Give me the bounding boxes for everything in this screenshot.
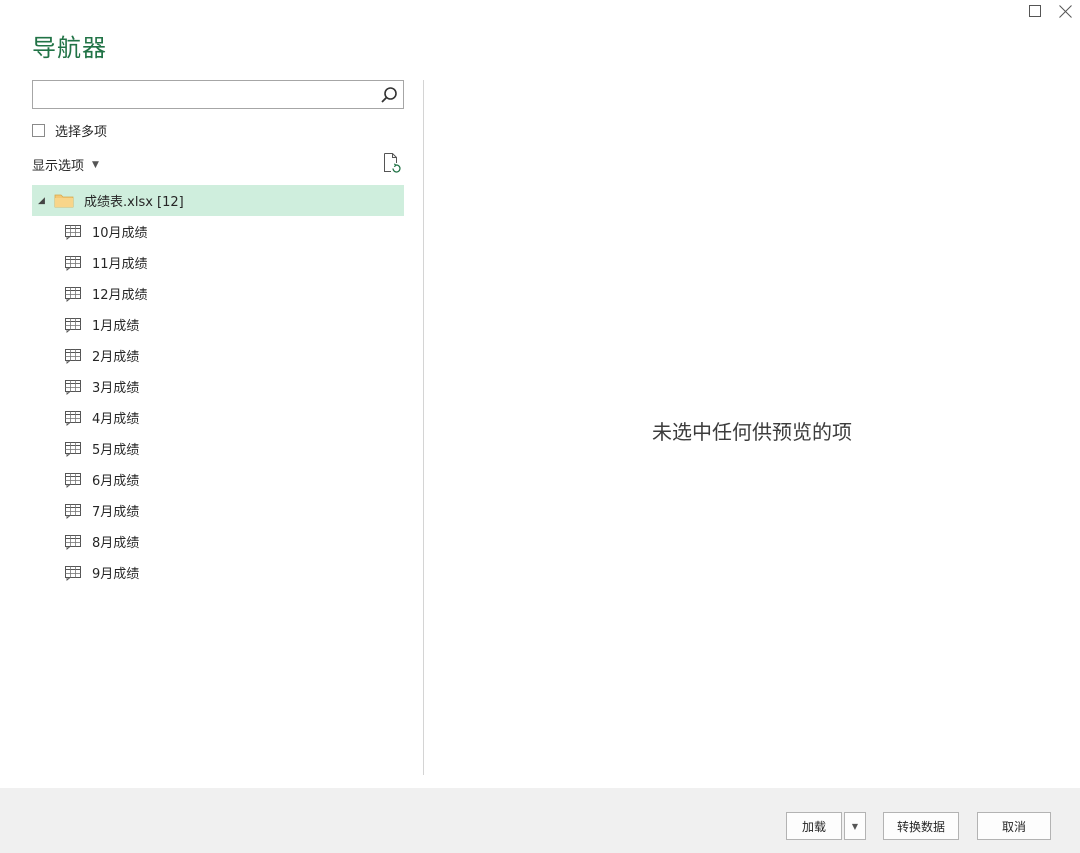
tree-item-label: 4月成绩 bbox=[92, 412, 140, 427]
dialog-footer: 加载 ▼ 转换数据 取消 bbox=[0, 788, 1080, 853]
table-icon bbox=[64, 472, 82, 488]
tree-root-label: 成绩表.xlsx [12] bbox=[84, 195, 184, 210]
tree-item-label: 11月成绩 bbox=[92, 257, 148, 272]
select-multiple-checkbox[interactable] bbox=[32, 123, 45, 137]
refresh-document-icon bbox=[384, 153, 401, 173]
table-icon bbox=[64, 286, 82, 302]
search-input[interactable] bbox=[33, 81, 373, 108]
dialog-title: 导航器 bbox=[32, 34, 107, 62]
table-icon bbox=[64, 348, 82, 364]
tree-item-label: 8月成绩 bbox=[92, 536, 140, 551]
table-icon bbox=[64, 534, 82, 550]
table-icon bbox=[64, 441, 82, 457]
tree-item[interactable]: 9月成绩 bbox=[32, 557, 404, 588]
search-icon bbox=[381, 87, 397, 103]
caret-down-icon: ▼ bbox=[851, 821, 859, 831]
tree-item[interactable]: 1月成绩 bbox=[32, 309, 404, 340]
preview-empty-message: 未选中任何供预览的项 bbox=[652, 420, 852, 444]
close-button[interactable] bbox=[1050, 0, 1080, 22]
search-button[interactable] bbox=[377, 83, 401, 107]
tree-item-label: 10月成绩 bbox=[92, 226, 148, 241]
tree-item[interactable]: 5月成绩 bbox=[32, 433, 404, 464]
tree-item-label: 1月成绩 bbox=[92, 319, 140, 334]
tree-item[interactable]: 2月成绩 bbox=[32, 340, 404, 371]
table-icon bbox=[64, 255, 82, 271]
refresh-button[interactable] bbox=[382, 152, 402, 174]
caret-down-icon: ▼ bbox=[92, 159, 99, 170]
table-icon bbox=[64, 379, 82, 395]
transform-data-button[interactable]: 转换数据 bbox=[883, 812, 959, 840]
tree-item-label: 12月成绩 bbox=[92, 288, 148, 303]
table-icon bbox=[64, 224, 82, 240]
select-multiple-option[interactable]: 选择多项 bbox=[32, 122, 108, 140]
display-options-label: 显示选项 bbox=[32, 159, 85, 174]
tree-item[interactable]: 3月成绩 bbox=[32, 371, 404, 402]
folder-icon bbox=[54, 193, 74, 208]
tree-item-label: 7月成绩 bbox=[92, 505, 140, 520]
cancel-button[interactable]: 取消 bbox=[977, 812, 1051, 840]
tree-item[interactable]: 4月成绩 bbox=[32, 402, 404, 433]
tree-root-workbook[interactable]: ◢ 成绩表.xlsx [12] bbox=[32, 185, 404, 216]
tree-item[interactable]: 10月成绩 bbox=[32, 216, 404, 247]
tree-item-label: 2月成绩 bbox=[92, 350, 140, 365]
load-options-button[interactable]: ▼ bbox=[844, 812, 866, 840]
table-icon bbox=[64, 503, 82, 519]
tree-item[interactable]: 11月成绩 bbox=[32, 247, 404, 278]
tree-item-label: 6月成绩 bbox=[92, 474, 140, 489]
tree-item[interactable]: 8月成绩 bbox=[32, 526, 404, 557]
tree-item-label: 5月成绩 bbox=[92, 443, 140, 458]
select-multiple-label: 选择多项 bbox=[55, 124, 108, 140]
tree-item[interactable]: 6月成绩 bbox=[32, 464, 404, 495]
table-icon bbox=[64, 565, 82, 581]
maximize-icon bbox=[1029, 5, 1041, 17]
tree-item[interactable]: 12月成绩 bbox=[32, 278, 404, 309]
window-controls bbox=[1020, 0, 1080, 22]
load-button[interactable]: 加载 bbox=[786, 812, 842, 840]
tree-item[interactable]: 7月成绩 bbox=[32, 495, 404, 526]
navigator-tree: ◢ 成绩表.xlsx [12] 10月成绩 11月成绩 12月成绩 1月成绩 2月成绩 3… bbox=[32, 185, 404, 588]
close-icon bbox=[1058, 4, 1072, 18]
search-box bbox=[32, 80, 404, 109]
tree-item-label: 3月成绩 bbox=[92, 381, 140, 396]
collapse-triangle-icon[interactable]: ◢ bbox=[38, 196, 52, 206]
table-icon bbox=[64, 317, 82, 333]
tree-items: 10月成绩 11月成绩 12月成绩 1月成绩 2月成绩 3月成绩 4月成绩 5月成绩 6月成绩 7… bbox=[32, 216, 404, 588]
display-options-dropdown[interactable]: 显示选项 ▼ bbox=[32, 155, 99, 174]
table-icon bbox=[64, 410, 82, 426]
navigator-panel: 选择多项 显示选项 ▼ ◢ 成绩表.xlsx [12] 10月成绩 11月成绩 12… bbox=[32, 80, 404, 582]
tree-item-label: 9月成绩 bbox=[92, 567, 140, 582]
maximize-button[interactable] bbox=[1020, 0, 1050, 22]
